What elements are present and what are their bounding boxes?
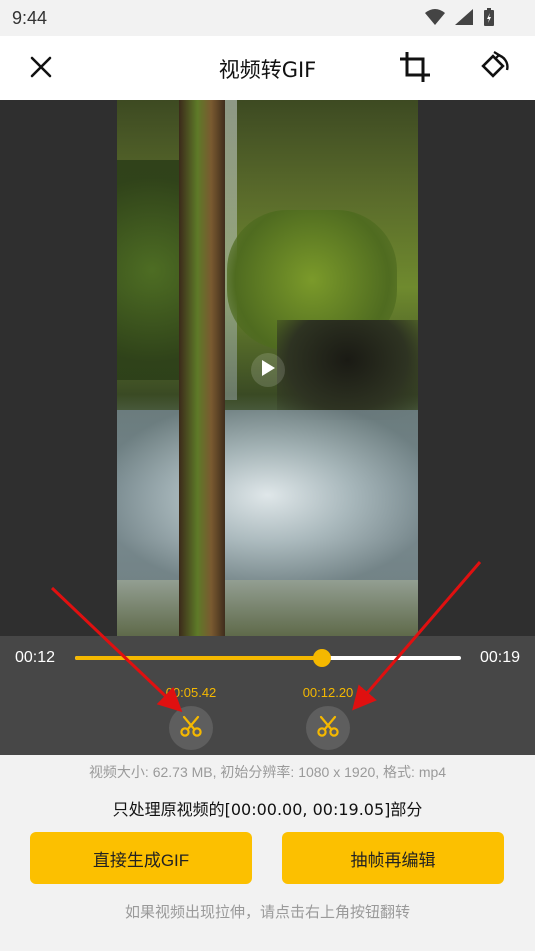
page-title: 视频转GIF xyxy=(218,58,317,82)
play-button[interactable] xyxy=(251,353,285,387)
status-icons xyxy=(425,8,495,30)
flip-hint: 如果视频出现拉伸，请点击右上角按钮翻转 xyxy=(124,903,410,921)
slider-thumb[interactable] xyxy=(313,649,332,667)
scissors-icon xyxy=(316,714,340,742)
rotate-button[interactable] xyxy=(475,50,513,88)
tree-trunk xyxy=(179,100,225,636)
total-time: 00:19 xyxy=(479,649,520,666)
crop-button[interactable] xyxy=(396,50,434,88)
process-range: 只处理原视频的[00:00.00, 00:19.05]部分 xyxy=(112,800,423,819)
play-icon xyxy=(260,359,276,381)
cut-end-time: 00:12.20 xyxy=(302,685,354,700)
progress-slider[interactable] xyxy=(75,649,461,667)
current-time: 00:12 xyxy=(15,649,56,666)
crop-icon xyxy=(398,50,432,88)
cut-start-time: 00:05.42 xyxy=(165,685,217,700)
cut-end-button[interactable] xyxy=(306,706,350,750)
generate-gif-button[interactable]: 直接生成GIF xyxy=(30,832,252,884)
video-frame[interactable] xyxy=(117,100,418,636)
scissors-icon xyxy=(179,714,203,742)
rotate-icon xyxy=(477,50,511,88)
timeline-panel: 00:12 00:19 00:05.42 00:12.20 xyxy=(0,636,535,755)
progress-fill xyxy=(75,656,323,660)
status-bar: 9:44 xyxy=(0,0,535,36)
extract-frames-button[interactable]: 抽帧再编辑 xyxy=(282,832,504,884)
app-bar: 视频转GIF xyxy=(0,36,535,100)
battery-icon xyxy=(483,8,495,30)
cut-start-button[interactable] xyxy=(169,706,213,750)
wifi-icon xyxy=(425,9,445,29)
video-info: 视频大小: 62.73 MB, 初始分辨率: 1080 x 1920, 格式: … xyxy=(88,764,447,780)
status-time: 9:44 xyxy=(12,8,48,28)
video-preview-area xyxy=(0,100,535,636)
signal-icon xyxy=(455,9,473,29)
